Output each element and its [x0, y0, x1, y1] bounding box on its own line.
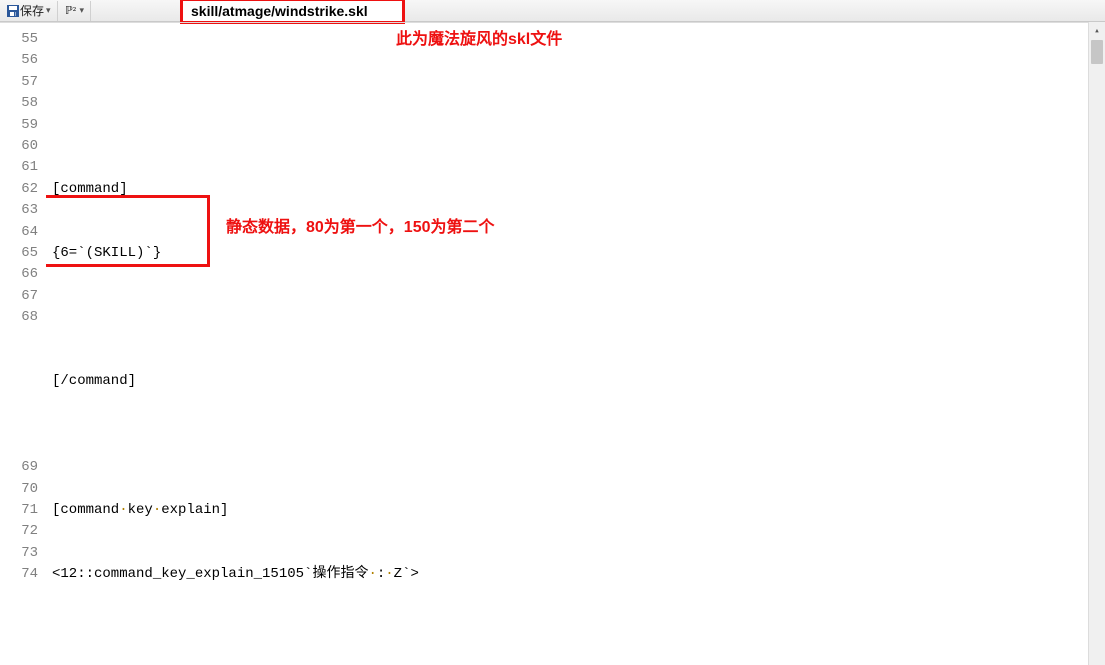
- code-line: <12::command_key_explain_15105`操作指令·:·Z`…: [52, 564, 1105, 585]
- code-line: [52, 628, 1105, 649]
- regex-button[interactable]: ℙ² ▾: [58, 1, 92, 21]
- scroll-thumb[interactable]: [1091, 40, 1103, 64]
- chevron-down-icon[interactable]: ▾: [46, 5, 51, 16]
- annotation-static: 静态数据，80为第一个，150为第二个: [226, 217, 495, 238]
- code-line: [command·key·explain]: [52, 500, 1105, 521]
- code-line: [52, 436, 1105, 457]
- code-line: {6=`(SKILL)`}: [52, 243, 1105, 264]
- floppy-icon: [6, 4, 20, 18]
- scroll-up-arrow-icon[interactable]: ▴: [1089, 22, 1105, 39]
- regex-icon: ℙ²: [64, 4, 78, 17]
- code-area[interactable]: 此为魔法旋风的skl文件 静态数据，80为第一个，150为第二个 [comman…: [46, 23, 1105, 665]
- code-line: [52, 307, 1105, 328]
- code-line: [command]: [52, 179, 1105, 200]
- whitespace-dot: ·: [368, 564, 376, 585]
- code-line: [/command]: [52, 371, 1105, 392]
- whitespace-dot: ·: [119, 500, 127, 521]
- whitespace-dot: ·: [385, 564, 393, 585]
- chevron-down-icon[interactable]: ▾: [80, 5, 85, 16]
- editor[interactable]: 5556575859606162636465666768 69707172737…: [0, 22, 1105, 665]
- save-button[interactable]: 保存 ▾: [0, 1, 58, 21]
- toolbar: 保存 ▾ ℙ² ▾ skill/atmage/windstrike.skl: [0, 0, 1105, 22]
- whitespace-dot: ·: [153, 500, 161, 521]
- file-path-box: skill/atmage/windstrike.skl: [180, 0, 405, 22]
- file-path: skill/atmage/windstrike.skl: [180, 0, 405, 24]
- annotation-top: 此为魔法旋风的skl文件: [396, 29, 562, 50]
- line-number-gutter: 5556575859606162636465666768 69707172737…: [0, 23, 46, 665]
- save-label: 保存: [20, 2, 44, 19]
- vertical-scrollbar[interactable]: ▴: [1088, 22, 1105, 665]
